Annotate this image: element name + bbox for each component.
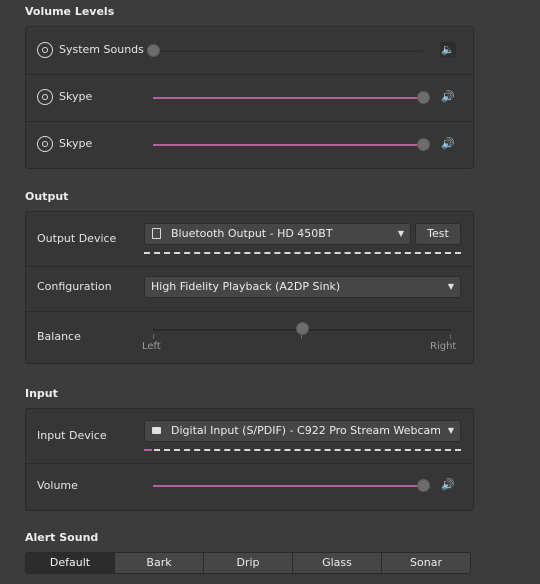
- alert-option-glass[interactable]: Glass: [293, 553, 382, 573]
- output-device-dropdown[interactable]: Bluetooth Output - HD 450BT ▼: [144, 223, 411, 245]
- alert-option-drip[interactable]: Drip: [204, 553, 293, 573]
- chevron-down-icon: ▼: [397, 229, 404, 238]
- input-device-dropdown[interactable]: Digital Input (S/PDIF) - C922 Pro Stream…: [144, 420, 461, 442]
- volume-levels-title: Volume Levels: [25, 5, 115, 18]
- alert-option-bark[interactable]: Bark: [115, 553, 204, 573]
- alert-sound-selector: Default Bark Drip Glass Sonar: [25, 552, 471, 574]
- input-volume-slider[interactable]: [153, 485, 423, 487]
- slider-fill: [153, 485, 423, 487]
- app-gear-icon: [37, 89, 53, 105]
- balance-left-label: Left: [142, 341, 161, 352]
- app-name-skype: Skype: [59, 90, 93, 103]
- chevron-down-icon: ▼: [447, 426, 454, 435]
- output-title: Output: [25, 190, 69, 203]
- input-volume-knob[interactable]: [417, 479, 430, 492]
- output-device-value: Bluetooth Output - HD 450BT: [171, 227, 333, 240]
- balance-slider-knob[interactable]: [296, 322, 309, 335]
- slider-fill: [153, 144, 423, 146]
- output-level-meter: [144, 252, 461, 254]
- balance-label: Balance: [37, 330, 81, 343]
- webcam-device-icon: [152, 427, 161, 434]
- app-name-system-sounds: System Sounds: [59, 43, 144, 56]
- speaker-icon[interactable]: 🔊: [440, 89, 456, 105]
- configuration-label: Configuration: [37, 280, 112, 293]
- speaker-icon[interactable]: 🔊: [440, 477, 456, 493]
- alert-sound-title: Alert Sound: [25, 531, 99, 544]
- input-level-meter: [154, 449, 461, 451]
- skype-volume-slider[interactable]: [153, 97, 423, 99]
- device-icon: [152, 228, 161, 239]
- balance-tick-right: [450, 334, 451, 339]
- alert-option-default[interactable]: Default: [26, 553, 115, 573]
- skype-2-volume-slider[interactable]: [153, 144, 423, 146]
- balance-tick-left: [153, 334, 154, 339]
- speaker-icon[interactable]: 🔊: [440, 136, 456, 152]
- alert-option-sonar[interactable]: Sonar: [382, 553, 470, 573]
- input-title: Input: [25, 387, 58, 400]
- app-gear-icon: [37, 136, 53, 152]
- volume-levels-panel: System Sounds 🔈 Skype 🔊 Skype 🔊: [25, 26, 474, 169]
- system-sounds-volume-slider[interactable]: [153, 50, 423, 52]
- app-gear-icon: [37, 42, 53, 58]
- slider-fill: [153, 97, 423, 99]
- input-volume-label: Volume: [37, 479, 78, 492]
- test-button[interactable]: Test: [415, 223, 461, 245]
- balance-right-label: Right: [430, 341, 457, 352]
- skype-2-slider-knob[interactable]: [417, 138, 430, 151]
- configuration-dropdown[interactable]: High Fidelity Playback (A2DP Sink) ▼: [144, 276, 461, 298]
- input-device-label: Input Device: [37, 429, 107, 442]
- output-device-label: Output Device: [37, 232, 117, 245]
- input-device-value: Digital Input (S/PDIF) - C922 Pro Stream…: [171, 424, 441, 437]
- chevron-down-icon: ▼: [447, 282, 454, 291]
- output-panel: Output Device Bluetooth Output - HD 450B…: [25, 211, 474, 364]
- input-panel: Input Device Digital Input (S/PDIF) - C9…: [25, 408, 474, 511]
- skype-slider-knob[interactable]: [417, 91, 430, 104]
- system-sounds-slider-knob[interactable]: [147, 44, 160, 57]
- configuration-value: High Fidelity Playback (A2DP Sink): [151, 280, 341, 293]
- speaker-muted-icon[interactable]: 🔈: [440, 42, 456, 58]
- app-name-skype-2: Skype: [59, 137, 93, 150]
- input-level-indicator: [144, 449, 152, 451]
